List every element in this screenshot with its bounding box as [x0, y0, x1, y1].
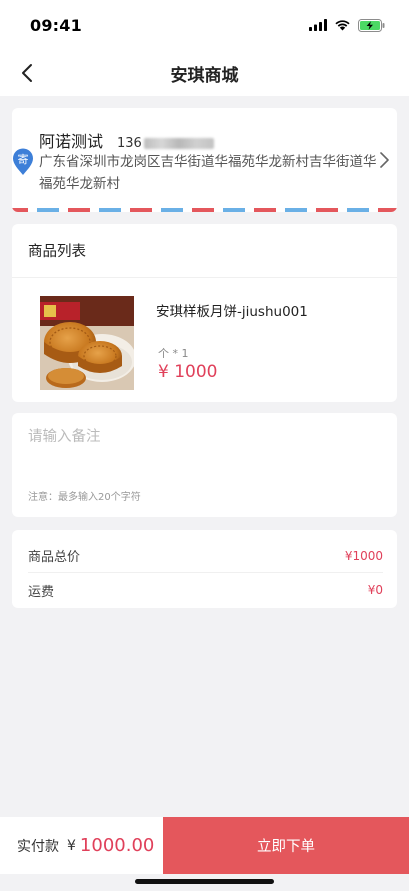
- product-quantity: 个 * 1: [158, 347, 189, 360]
- shipping-value: ¥0: [367, 583, 383, 597]
- product-name: 安琪样板月饼-jiushu001: [156, 304, 308, 320]
- phone-prefix: 136: [117, 136, 142, 151]
- amount-paid-label: 实付款: [17, 838, 59, 855]
- currency-symbol: ¥: [67, 837, 76, 854]
- shipping-label: 运费: [28, 584, 55, 600]
- goods-card: 商品列表 安琪样板月饼-jiushu001 个 * 1 ¥ 1000: [12, 224, 397, 402]
- recipient-phone: 136: [117, 136, 214, 151]
- total-value: ¥1000: [344, 548, 383, 563]
- product-image: [40, 296, 134, 390]
- summary-row-total: 商品总价 ¥1000: [28, 539, 383, 573]
- page-title: 安琪商城: [170, 65, 239, 86]
- remark-card: 注意：最多输入20个字符: [12, 413, 397, 517]
- status-bar: 09:41: [0, 0, 409, 50]
- pin-label: 寄: [18, 152, 29, 166]
- address-card[interactable]: 阿诺测试 136 寄 广东省深圳市龙岗区吉华街道华福苑华龙新村吉华街道华福苑华龙…: [12, 108, 397, 212]
- wifi-icon: [335, 20, 350, 31]
- back-button[interactable]: [12, 58, 42, 88]
- goods-header-title: 商品列表: [28, 244, 86, 260]
- battery-charging-icon: [358, 18, 385, 32]
- product-price: ¥ 1000: [158, 362, 218, 382]
- summary-row-shipping: 运费 ¥0: [28, 573, 383, 607]
- recipient-name: 阿诺测试: [39, 132, 104, 151]
- nav-bar: 安琪商城: [0, 50, 409, 96]
- status-time: 09:41: [30, 15, 82, 35]
- chevron-left-icon: [22, 64, 32, 82]
- price-summary-card: 商品总价 ¥1000 运费 ¥0: [12, 530, 397, 608]
- amount-paid: 实付款 ¥ 1000.00: [0, 817, 163, 874]
- status-icons: [309, 18, 385, 32]
- remark-note: 注意：最多输入20个字符: [28, 492, 141, 503]
- checkout-bar: 实付款 ¥ 1000.00 立即下单: [0, 817, 409, 874]
- location-pin-icon: 寄: [13, 148, 33, 175]
- total-label: 商品总价: [28, 550, 81, 565]
- chevron-right-icon: [380, 152, 389, 168]
- goods-item[interactable]: 安琪样板月饼-jiushu001 个 * 1 ¥ 1000: [12, 278, 397, 402]
- cellular-signal-icon: [309, 19, 327, 31]
- amount-paid-value: 1000.00: [79, 835, 155, 856]
- home-indicator: [135, 879, 274, 884]
- address-name-row: 阿诺测试 136: [39, 128, 214, 152]
- place-order-button[interactable]: 立即下单: [163, 817, 409, 874]
- address-text: 广东省深圳市龙岗区吉华街道华福苑华龙新村吉华街道华福苑华龙新村: [39, 154, 377, 192]
- phone-masked: [143, 138, 214, 149]
- remark-input[interactable]: [28, 423, 378, 451]
- goods-header: 商品列表: [12, 224, 397, 278]
- airmail-border: [12, 208, 397, 212]
